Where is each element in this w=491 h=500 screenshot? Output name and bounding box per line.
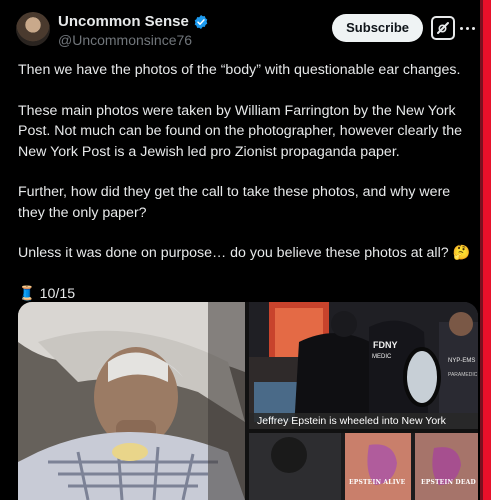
ear-label-dead: EPSTEIN DEAD <box>421 479 476 486</box>
badge-label: NYP-EMS <box>448 358 475 364</box>
ear-comparison-illustration <box>249 433 478 500</box>
more-options-icon[interactable] <box>459 16 477 40</box>
grok-icon[interactable] <box>431 16 455 40</box>
post-paragraph: These main photos were taken by William … <box>18 102 463 160</box>
body-photo-illustration <box>18 302 245 500</box>
media-photo-1[interactable] <box>18 302 245 500</box>
vest-label: FDNY <box>373 340 398 350</box>
author-name-row: Uncommon Sense <box>58 13 209 30</box>
post-text: Then we have the photos of the “body” wi… <box>18 60 478 304</box>
verified-badge-icon <box>194 14 208 29</box>
author-handle[interactable]: @Uncommonsince76 <box>58 32 192 48</box>
ear-label-alive: EPSTEIN ALIVE <box>349 479 406 486</box>
badge-sublabel: PARAMEDIC <box>448 372 478 378</box>
subscribe-button[interactable]: Subscribe <box>332 14 423 42</box>
paramedic-photo-illustration: FDNY MEDIC NYP-EMS PARAMEDIC <box>249 302 478 429</box>
window-edge-accent <box>483 0 491 500</box>
avatar[interactable] <box>16 12 50 46</box>
photo-caption: Jeffrey Epstein is wheeled into New York <box>249 413 478 429</box>
vest-sublabel: MEDIC <box>372 354 392 360</box>
media-grid: FDNY MEDIC NYP-EMS PARAMEDIC Jeffrey Eps… <box>18 302 478 500</box>
post-header: Uncommon Sense @Uncommonsince76 Subscrib… <box>16 10 477 52</box>
media-photo-2[interactable]: FDNY MEDIC NYP-EMS PARAMEDIC Jeffrey Eps… <box>249 302 478 429</box>
post-paragraph: Then we have the photos of the “body” wi… <box>18 62 461 78</box>
author-display-name[interactable]: Uncommon Sense <box>58 13 189 30</box>
post-paragraph: Unless it was done on purpose… do you be… <box>18 245 471 261</box>
media-photo-3[interactable]: EPSTEIN ALIVE EPSTEIN DEAD <box>249 433 478 500</box>
post-paragraph: Further, how did they get the call to ta… <box>18 184 451 221</box>
thread-counter: 🧵 10/15 <box>18 285 76 302</box>
